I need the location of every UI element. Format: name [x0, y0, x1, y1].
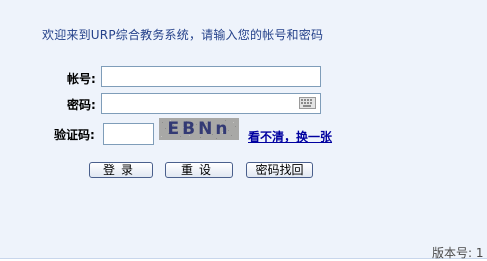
captcha-image: EBNn	[159, 118, 239, 140]
recover-password-button[interactable]: 密码找回	[246, 162, 313, 178]
captcha-label: 验证码:	[54, 128, 95, 142]
welcome-message: 欢迎来到URP综合教务系统，请输入您的帐号和密码	[42, 28, 324, 42]
keyboard-icon[interactable]	[299, 97, 316, 109]
version-label: 版本号: 1	[432, 246, 484, 260]
refresh-captcha-link[interactable]: 看不清，换一张	[248, 128, 332, 145]
password-label: 密码:	[67, 98, 96, 112]
login-panel: 欢迎来到URP综合教务系统，请输入您的帐号和密码 帐号: 密码: 验证码: EB…	[0, 0, 487, 260]
reset-button[interactable]: 重设	[165, 162, 233, 178]
username-input[interactable]	[101, 66, 321, 87]
captcha-input[interactable]	[103, 123, 154, 145]
login-button[interactable]: 登录	[89, 162, 153, 178]
captcha-text: EBNn	[167, 119, 231, 139]
password-input[interactable]	[101, 93, 321, 114]
username-label: 帐号:	[67, 72, 96, 86]
